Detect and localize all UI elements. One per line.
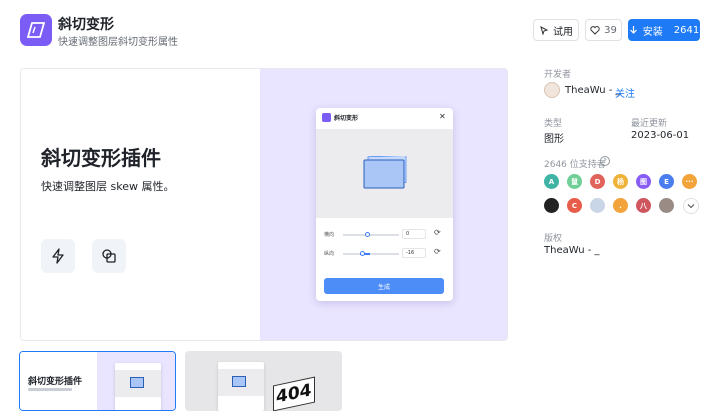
developer-label: 开发者 (544, 70, 572, 80)
type-value: 图形 (544, 134, 564, 145)
row1-value: 0 (402, 229, 426, 239)
developer-name[interactable]: TheaWu - _ (565, 85, 621, 96)
supporter-avatar[interactable]: A (544, 174, 559, 189)
lightning-feature (41, 239, 75, 273)
skew-icon (27, 22, 45, 38)
cover-image: 斜切变形插件 快速调整图层 skew 属性。 斜切变形 ✕ 横向 0 ⟳ 纵向 … (20, 68, 508, 341)
type-label: 类型 (544, 119, 563, 129)
reset-icon: ⟳ (434, 247, 441, 256)
try-label: 试用 (553, 26, 573, 38)
cover-tagline: 快速调整图层 skew 属性。 (41, 180, 175, 193)
developer-avatar (544, 82, 560, 98)
thumb1-headline: 斜切变形插件 (28, 377, 83, 387)
help-icon[interactable]: ? (600, 156, 610, 166)
expand-supporters-button[interactable] (683, 198, 699, 214)
plugin-subtitle: 快速调整图层斜切变形属性 (58, 37, 178, 48)
shapes-icon (102, 249, 116, 263)
try-button[interactable]: 试用 (533, 19, 579, 41)
close-icon: ✕ (439, 112, 446, 121)
skewed-rect (363, 156, 407, 189)
panel-logo-icon (322, 113, 331, 122)
cover-left: 斜切变形插件 快速调整图层 skew 属性。 (21, 69, 260, 340)
supporters-label: 2646 位支持者 (544, 160, 606, 170)
supporter-avatar[interactable]: 鼠 (567, 174, 582, 189)
supporter-avatar[interactable]: 图 (636, 174, 651, 189)
supporter-avatar[interactable]: ··· (682, 174, 697, 189)
thumbnail-1[interactable]: 斜切变形插件 (19, 351, 176, 411)
supporter-avatar[interactable]: C (567, 198, 582, 213)
supporter-avatar[interactable] (590, 198, 605, 213)
try-icon (540, 26, 549, 35)
supporter-avatar[interactable]: 八 (636, 198, 651, 213)
like-count: 39 (604, 24, 617, 36)
supporter-avatar[interactable]: D (590, 174, 605, 189)
supporter-avatar[interactable]: . (613, 198, 628, 213)
follow-link[interactable]: 关注 (615, 85, 635, 100)
plugin-panel-preview: 斜切变形 ✕ 横向 0 ⟳ 纵向 -16 ⟳ 生成 (316, 108, 453, 301)
copyright-value: TheaWu - _ (544, 245, 600, 256)
panel-title: 斜切变形 (334, 115, 359, 122)
updated-value: 2023-06-01 (631, 130, 690, 141)
like-button[interactable]: 39 (585, 19, 622, 41)
supporter-avatar[interactable] (544, 198, 559, 213)
install-label: 安装 (642, 26, 663, 38)
reset-icon: ⟳ (434, 228, 441, 237)
supporter-avatar[interactable] (659, 198, 674, 213)
row1-slider-knob (365, 232, 370, 237)
plugin-title: 斜切变形 (58, 17, 114, 33)
download-icon (629, 26, 637, 34)
plugin-logo (20, 14, 52, 46)
install-button[interactable]: 安装 2641 (628, 19, 700, 41)
row2-label: 纵向 (324, 251, 335, 257)
supporter-avatar[interactable]: E (659, 174, 674, 189)
updated-label: 最近更新 (631, 119, 668, 129)
row2-slider-knob (360, 251, 365, 256)
thumbnail-2[interactable]: 404 (185, 351, 342, 411)
heart-icon (590, 26, 600, 35)
install-count: 2641 (673, 24, 700, 36)
row2-track (343, 253, 399, 255)
lightning-icon (52, 248, 64, 264)
row1-track (343, 234, 399, 236)
cover-headline: 斜切变形插件 (41, 146, 161, 170)
supporter-avatar[interactable]: 杨 (613, 174, 628, 189)
preview-canvas (316, 129, 453, 218)
generate-button-preview: 生成 (324, 278, 444, 294)
copyright-label: 版权 (544, 234, 563, 244)
row1-label: 横向 (324, 232, 335, 238)
row2-value: -16 (402, 248, 426, 258)
shapes-feature (92, 239, 126, 273)
chevron-down-icon (687, 204, 695, 209)
